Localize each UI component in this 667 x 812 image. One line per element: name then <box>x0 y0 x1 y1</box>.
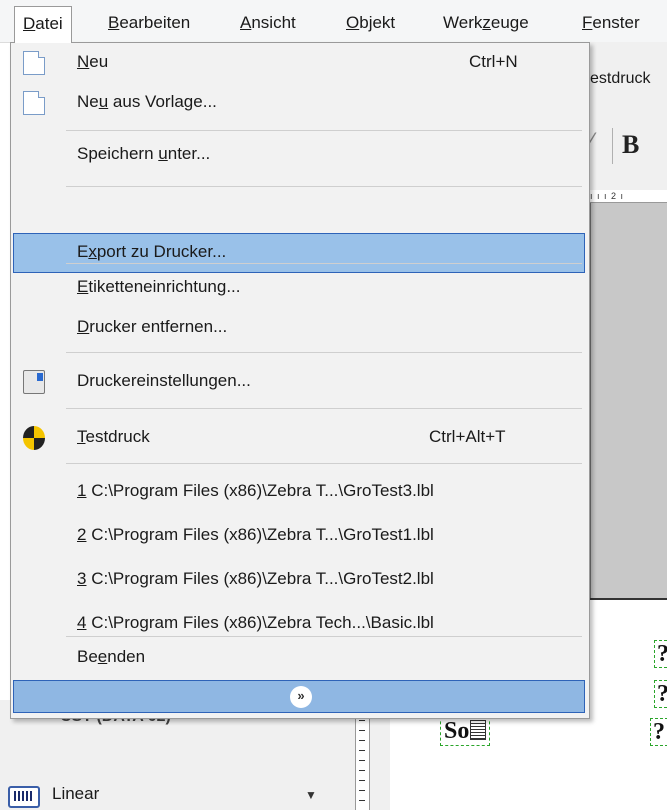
bold-button[interactable]: B <box>622 130 639 160</box>
test-print-icon <box>23 426 45 450</box>
menu-bar: Datei Bearbeiten Ansicht Objekt Werkzeug… <box>0 0 667 43</box>
recent-file-item[interactable]: 3 C:\Program Files (x86)\Zebra T...\GroT… <box>11 557 589 601</box>
menu-objekt[interactable]: Objekt <box>338 8 403 38</box>
toolbar-separator <box>612 128 613 164</box>
menu-fenster[interactable]: Fenster <box>574 8 648 38</box>
label-field[interactable]: ? <box>654 640 667 668</box>
menu-item-label-setup[interactable]: Etiketteneinrichtung... <box>11 268 589 308</box>
menu-separator <box>66 130 582 131</box>
menu-datei[interactable]: Datei <box>14 6 72 43</box>
menu-separator <box>66 186 582 187</box>
menu-expand-bar[interactable]: » <box>13 680 585 713</box>
label-field[interactable]: ? <box>654 680 667 708</box>
menu-item-new-from-template[interactable]: Neu aus Vorlage... <box>11 83 589 123</box>
recent-file-item[interactable]: 2 C:\Program Files (x86)\Zebra T...\GroT… <box>11 513 589 557</box>
menu-separator <box>66 636 582 637</box>
shortcut-label: Ctrl+N <box>469 52 518 71</box>
expand-chevron-icon[interactable]: » <box>290 686 312 708</box>
shortcut-label: Ctrl+Alt+T <box>429 427 506 446</box>
menu-separator <box>66 408 582 409</box>
printer-settings-icon <box>23 370 45 394</box>
menu-separator <box>66 352 582 353</box>
menu-item-export-to-printer[interactable]: Export zu Drucker... <box>11 233 589 273</box>
menu-item-neu[interactable]: Neu Ctrl+N <box>11 43 589 83</box>
file-menu-dropdown: Neu Ctrl+N Neu aus Vorlage... Speichern … <box>10 42 590 719</box>
menu-bearbeiten[interactable]: Bearbeiten <box>100 8 198 38</box>
menu-separator <box>66 263 582 264</box>
menu-item-printer-settings[interactable]: Druckereinstellungen... <box>11 362 589 402</box>
object-marker-icon <box>470 720 487 740</box>
menu-item-remove-printer[interactable]: Drucker entfernen... <box>11 308 589 348</box>
menu-separator <box>66 463 582 464</box>
horizontal-ruler: ı ı ı 2 ı <box>590 190 667 203</box>
panel-item-label: Linear <box>52 784 100 803</box>
menu-item-test-print[interactable]: Testdruck Ctrl+Alt+T <box>11 418 589 458</box>
text-object[interactable]: So <box>440 716 491 746</box>
toolbar-chevron-icon: ⁄ <box>590 128 594 153</box>
menu-item-exit[interactable]: Beenden <box>11 639 589 679</box>
new-from-template-icon <box>23 91 45 115</box>
menu-item-save-as[interactable]: Speichern unter... <box>11 136 589 176</box>
menu-werkzeuge[interactable]: Werkzeuge <box>435 8 537 38</box>
workspace-background <box>590 203 667 598</box>
dropdown-arrow-icon[interactable]: ▼ <box>305 788 317 802</box>
test-print-toolbar-label[interactable]: estdruck <box>590 70 650 88</box>
label-field[interactable]: ? <box>650 718 667 746</box>
barcode-icon <box>8 786 40 808</box>
menu-ansicht[interactable]: Ansicht <box>232 8 304 38</box>
recent-file-item[interactable]: 1 C:\Program Files (x86)\Zebra T...\GroT… <box>11 469 589 513</box>
new-document-icon <box>23 51 45 75</box>
